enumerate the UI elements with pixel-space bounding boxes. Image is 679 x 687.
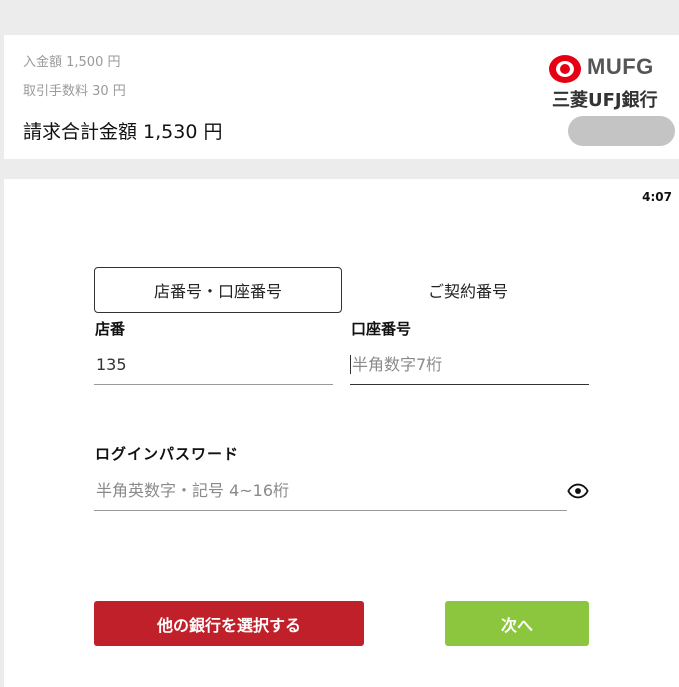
branch-field-container	[94, 345, 333, 385]
tab-branch-account[interactable]: 店番号・口座番号	[94, 267, 342, 313]
select-other-bank-button[interactable]: 他の銀行を選択する	[94, 601, 364, 646]
account-input[interactable]	[350, 355, 589, 374]
brand-name-ja: 三菱UFJ銀行	[552, 90, 658, 111]
password-input[interactable]	[94, 481, 567, 500]
account-field-container	[350, 345, 589, 385]
password-field-container	[94, 471, 567, 511]
login-form-card: 4:07 店番号・口座番号 ご契約番号 店番 口座番号 ログインパスワード 他の…	[4, 179, 679, 687]
next-button[interactable]: 次へ	[445, 601, 589, 646]
tab-contract-number[interactable]: ご契約番号	[344, 267, 592, 313]
password-label: ログインパスワード	[95, 445, 240, 463]
mufg-logo: MUFG 三菱UFJ銀行	[549, 53, 665, 113]
eye-icon[interactable]	[567, 480, 589, 502]
placeholder-pill	[568, 116, 675, 146]
total-amount: 請求合計金額 1,530 円	[23, 121, 223, 143]
branch-input[interactable]	[94, 355, 333, 374]
account-label: 口座番号	[351, 320, 412, 338]
payment-summary-card: 入金額 1,500 円 取引手数料 30 円 請求合計金額 1,530 円 MU…	[4, 35, 679, 159]
brand-name-en: MUFG	[587, 54, 654, 79]
deposit-amount: 入金額 1,500 円	[23, 55, 121, 70]
transaction-fee: 取引手数料 30 円	[23, 84, 126, 99]
session-timer: 4:07	[642, 190, 672, 204]
branch-label: 店番	[95, 320, 126, 338]
mufg-mark-icon	[549, 55, 581, 83]
